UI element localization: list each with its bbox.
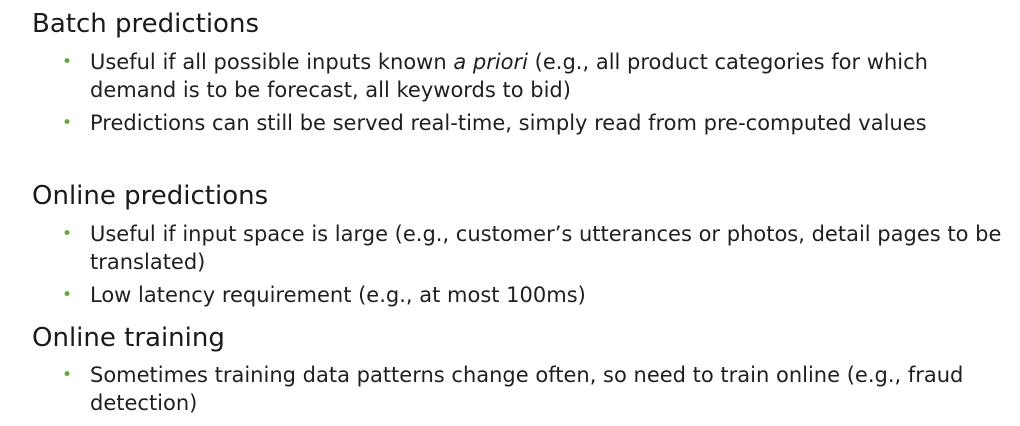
bullet-text: Predictions can still be served real-tim… [90,111,927,135]
list-item: • Useful if input space is large (e.g., … [62,220,1002,276]
section-title-batch-predictions: Batch predictions [32,9,259,39]
list-item: • Useful if all possible inputs known a … [62,48,1002,104]
section-title-online-training: Online training [32,323,225,353]
bullet-icon: • [62,52,73,72]
bullet-icon: • [62,285,73,305]
online-predictions-list: • Useful if input space is large (e.g., … [62,220,1002,314]
list-item: • Predictions can still be served real-t… [62,109,1002,137]
bullet-text-start: Useful if all possible inputs known [90,50,454,74]
list-item: • Sometimes training data patterns chang… [62,361,1002,417]
bullet-text-emphasis: a priori [453,50,528,74]
online-training-list: • Sometimes training data patterns chang… [62,361,1002,422]
slide: Batch predictions • Useful if all possib… [0,0,1020,426]
bullet-icon: • [62,224,73,244]
bullet-icon: • [62,365,73,385]
list-item: • Low latency requirement (e.g., at most… [62,281,1002,309]
bullet-text: Low latency requirement (e.g., at most 1… [90,283,586,307]
bullet-icon: • [62,113,73,133]
batch-predictions-list: • Useful if all possible inputs known a … [62,48,1002,142]
section-title-online-predictions: Online predictions [32,181,269,211]
bullet-text: Useful if input space is large (e.g., cu… [90,222,1002,274]
bullet-text: Sometimes training data patterns change … [90,363,964,415]
